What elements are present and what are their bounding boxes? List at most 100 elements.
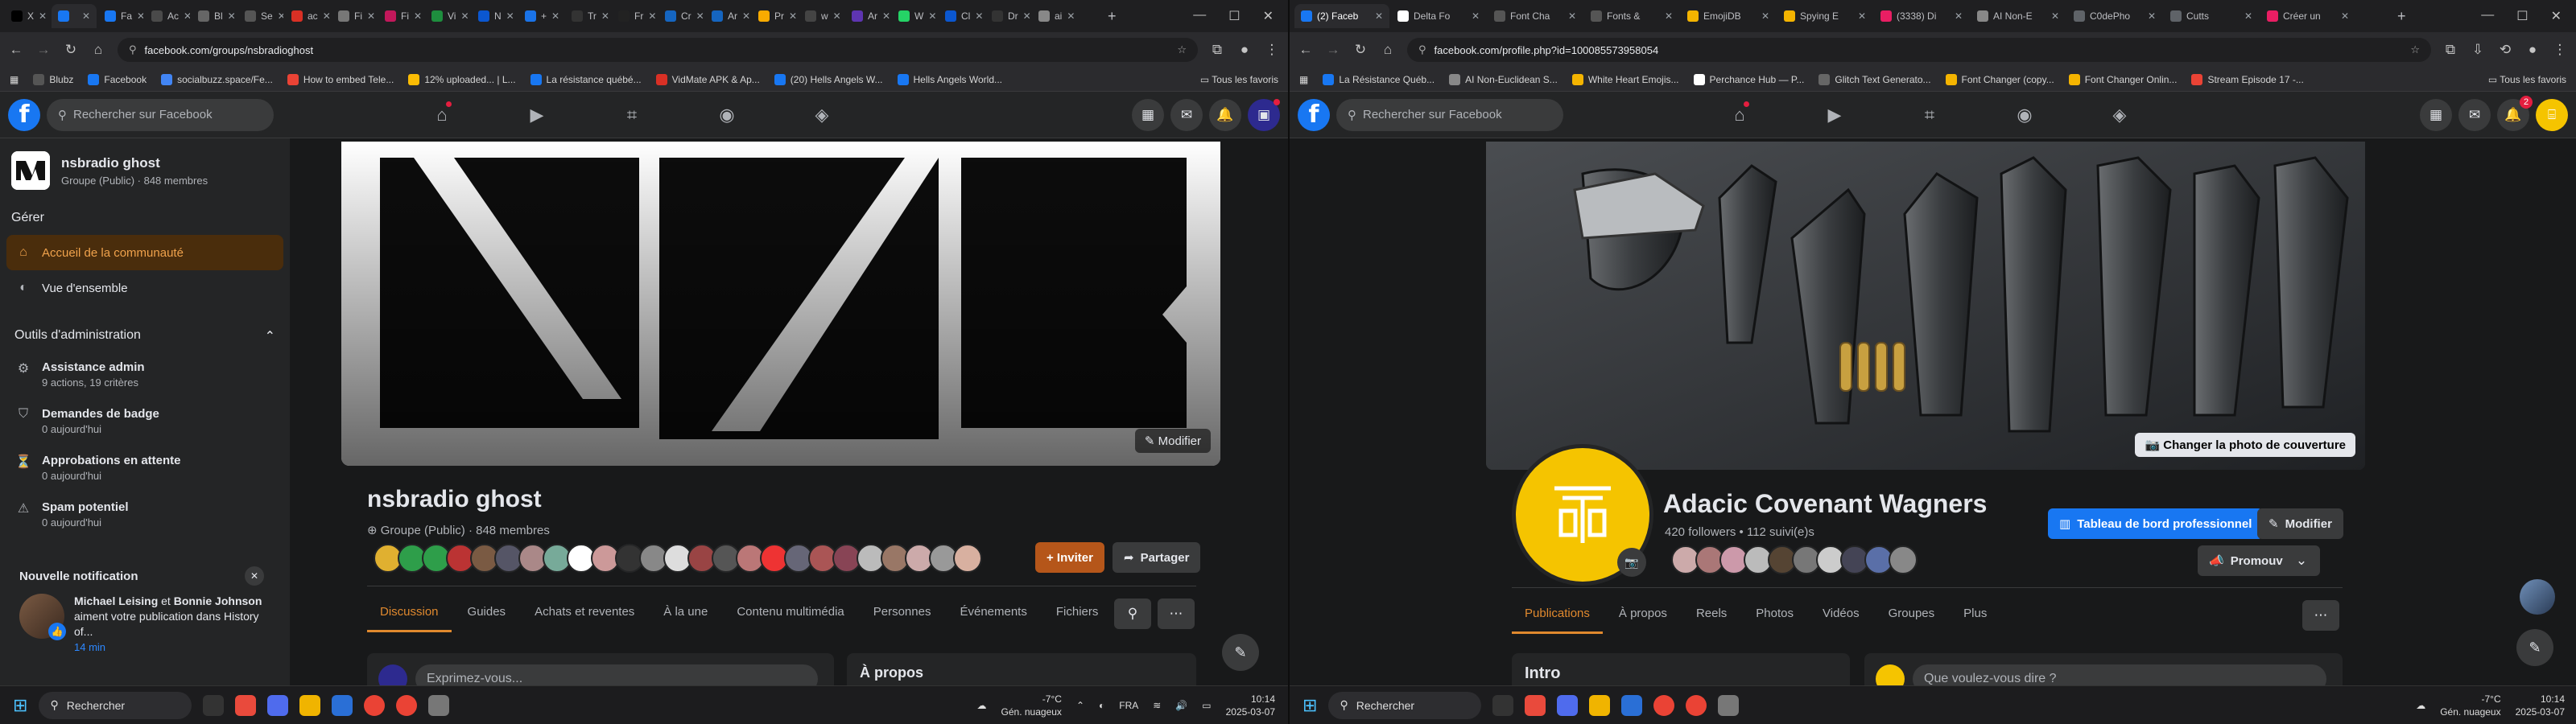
nav-groups-icon[interactable]: ◉ [1977,92,2072,138]
close-tab-icon[interactable]: ✕ [137,10,143,22]
edit-profile-button[interactable]: ✎ Modifier [2257,508,2343,539]
bookmark-item[interactable]: socialbuzz.space/Fe... [161,73,273,85]
browser-tab[interactable]: (3338) Di ✕ [1874,4,1969,28]
change-cover-button[interactable]: 📷 Changer la photo de couverture [2135,433,2355,457]
home-icon[interactable]: ⌂ [1380,42,1396,58]
bookmark-item[interactable]: Stream Episode 17 -... [2191,73,2304,85]
browser-tab[interactable]: ac ✕ [285,4,330,28]
url-bar[interactable]: ⚲ facebook.com/groups/nsbradioghost ☆ [118,38,1198,62]
chrome-icon[interactable] [396,694,418,716]
tab-4[interactable]: Contenu multimédia [724,594,857,632]
browser-tab[interactable]: (2) Faceb ✕ [1294,4,1389,28]
browser-tab[interactable]: Fi ✕ [332,4,377,28]
browser-tab[interactable]: Vi ✕ [425,4,470,28]
new-tab-button[interactable]: + [2391,4,2413,28]
group-header[interactable]: nsbradio ghost Groupe (Public) · 848 mem… [6,148,283,206]
apps-icon[interactable]: ▦ [1299,74,1308,85]
clock[interactable]: 10:14 2025-03-07 [1226,693,1275,718]
sidebar-item-community-home[interactable]: ⌂ Accueil de la communauté [6,235,283,270]
bookmark-item[interactable]: VidMate APK & Ap... [655,73,760,85]
tray-app-icon[interactable]: ◐ [1099,700,1104,711]
nav-home-icon[interactable]: ⌂ [1692,92,1787,138]
clock[interactable]: 10:14 2025-03-07 [2516,693,2565,718]
bookmark-item[interactable]: Glitch Text Generato... [1818,73,1931,85]
menu-grid-icon[interactable]: ▦ [2420,98,2452,131]
bookmarks-all-folder[interactable]: ▭ Tous les favoris [2488,74,2566,85]
tab-0[interactable]: Publications [1512,595,1603,634]
reload-icon[interactable]: ↻ [1352,42,1368,58]
sidebar-item-admin-assist[interactable]: ⚙ Assistance admin 9 actions, 19 critères [6,354,283,401]
close-tab-icon[interactable]: ✕ [228,10,236,22]
sidebar-item-badge-requests[interactable]: ⛉ Demandes de badge 0 aujourd'hui [6,401,283,447]
windows-start-icon[interactable]: ⊞ [1302,695,1317,716]
forward-icon[interactable]: → [35,42,52,58]
browser-tab[interactable]: Ar ✕ [845,4,890,28]
app-icon[interactable] [1718,694,1740,716]
messenger-icon[interactable]: ✉ [1170,98,1203,131]
tab-0[interactable]: Discussion [367,594,452,632]
close-tab-icon[interactable]: ✕ [975,10,983,22]
close-tab-icon[interactable]: ✕ [928,10,936,22]
tab-3[interactable]: Photos [1743,595,1806,634]
nav-video-icon[interactable]: ▶ [489,92,584,138]
app-icon[interactable] [428,694,450,716]
chat-head-avatar[interactable] [2520,579,2555,615]
browser-tab[interactable]: C0dePho ✕ [2067,4,2162,28]
close-tab-icon[interactable]: ✕ [789,10,797,22]
notification-toast[interactable]: Nouvelle notification ✕ 👍 Michael Leisin… [13,562,270,674]
nav-marketplace-icon[interactable]: ⌗ [584,92,679,138]
facebook-search-input[interactable]: ⚲ Rechercher sur Facebook [1336,98,1563,131]
facebook-logo[interactable]: f [1298,98,1330,131]
close-tab-icon[interactable]: ✕ [2341,10,2349,22]
more-options-icon[interactable]: ⋯ [2302,600,2339,631]
bookmark-item[interactable]: 12% uploaded... | L... [408,73,516,85]
browser-tab[interactable]: ✕ [52,4,97,28]
weather-icon[interactable]: ☁ [977,700,987,711]
close-window-icon[interactable]: ✕ [2551,8,2562,24]
profile-icon[interactable]: ● [1236,42,1253,58]
browser-tab[interactable]: Ac ✕ [145,4,190,28]
browser-tab[interactable]: Fi ✕ [378,4,423,28]
browser-tab[interactable]: Cutts ✕ [2164,4,2259,28]
new-message-icon[interactable]: ✎ [2516,629,2553,666]
tab-6[interactable]: Plus [1951,595,2000,634]
browser-tab[interactable]: W ✕ [892,4,937,28]
bookmark-item[interactable]: AI Non-Euclidean S... [1449,73,1558,85]
bookmarks-all-folder[interactable]: ▭ Tous les favoris [1200,74,1278,85]
close-tab-icon[interactable]: ✕ [1067,10,1075,22]
windows-start-icon[interactable]: ⊞ [13,695,27,716]
close-tab-icon[interactable]: ✕ [82,10,90,22]
close-tab-icon[interactable]: ✕ [460,10,469,22]
close-window-icon[interactable]: ✕ [1263,8,1274,24]
more-options-icon[interactable]: ⋯ [1158,599,1195,629]
wifi-icon[interactable]: ≋ [1153,700,1161,711]
file-explorer-icon[interactable] [299,694,321,716]
bookmark-item[interactable]: La Résistance Québ... [1323,73,1435,85]
browser-tab[interactable]: Fonts & ✕ [1584,4,1679,28]
home-icon[interactable]: ⌂ [90,42,106,58]
close-tab-icon[interactable]: ✕ [1761,10,1769,22]
site-info-icon[interactable]: ⚲ [129,43,137,56]
share-button[interactable]: ➦ Partager [1113,542,1201,573]
chrome-icon[interactable] [1686,694,1707,716]
tab-6[interactable]: Événements [947,594,1039,632]
bookmark-item[interactable]: Blubz [33,73,73,85]
close-tab-icon[interactable]: ✕ [39,10,47,22]
nav-gaming-icon[interactable]: ◈ [774,92,869,138]
chrome-icon[interactable] [1653,694,1675,716]
camera-icon[interactable]: 📷 [1617,548,1646,577]
taskbar-search[interactable]: ⚲ Rechercher [39,691,192,719]
reload-icon[interactable]: ↻ [63,42,79,58]
messenger-icon[interactable]: ✉ [2458,98,2491,131]
bookmark-star-icon[interactable]: ☆ [2410,43,2420,56]
sidebar-item-potential-spam[interactable]: ⚠ Spam potentiel 0 aujourd'hui [6,494,283,541]
account-avatar[interactable]: ⌸ [2536,98,2568,131]
battery-icon[interactable]: ▭ [1202,700,1211,711]
menu-icon[interactable]: ⋮ [2552,42,2568,58]
tray-chevron-icon[interactable]: ⌃ [1076,700,1084,711]
close-tab-icon[interactable]: ✕ [367,10,375,22]
browser-tab[interactable]: Tr ✕ [565,4,610,28]
tab-4[interactable]: Vidéos [1810,595,1872,634]
close-tab-icon[interactable]: ✕ [506,10,514,22]
nav-marketplace-icon[interactable]: ⌗ [1882,92,1977,138]
